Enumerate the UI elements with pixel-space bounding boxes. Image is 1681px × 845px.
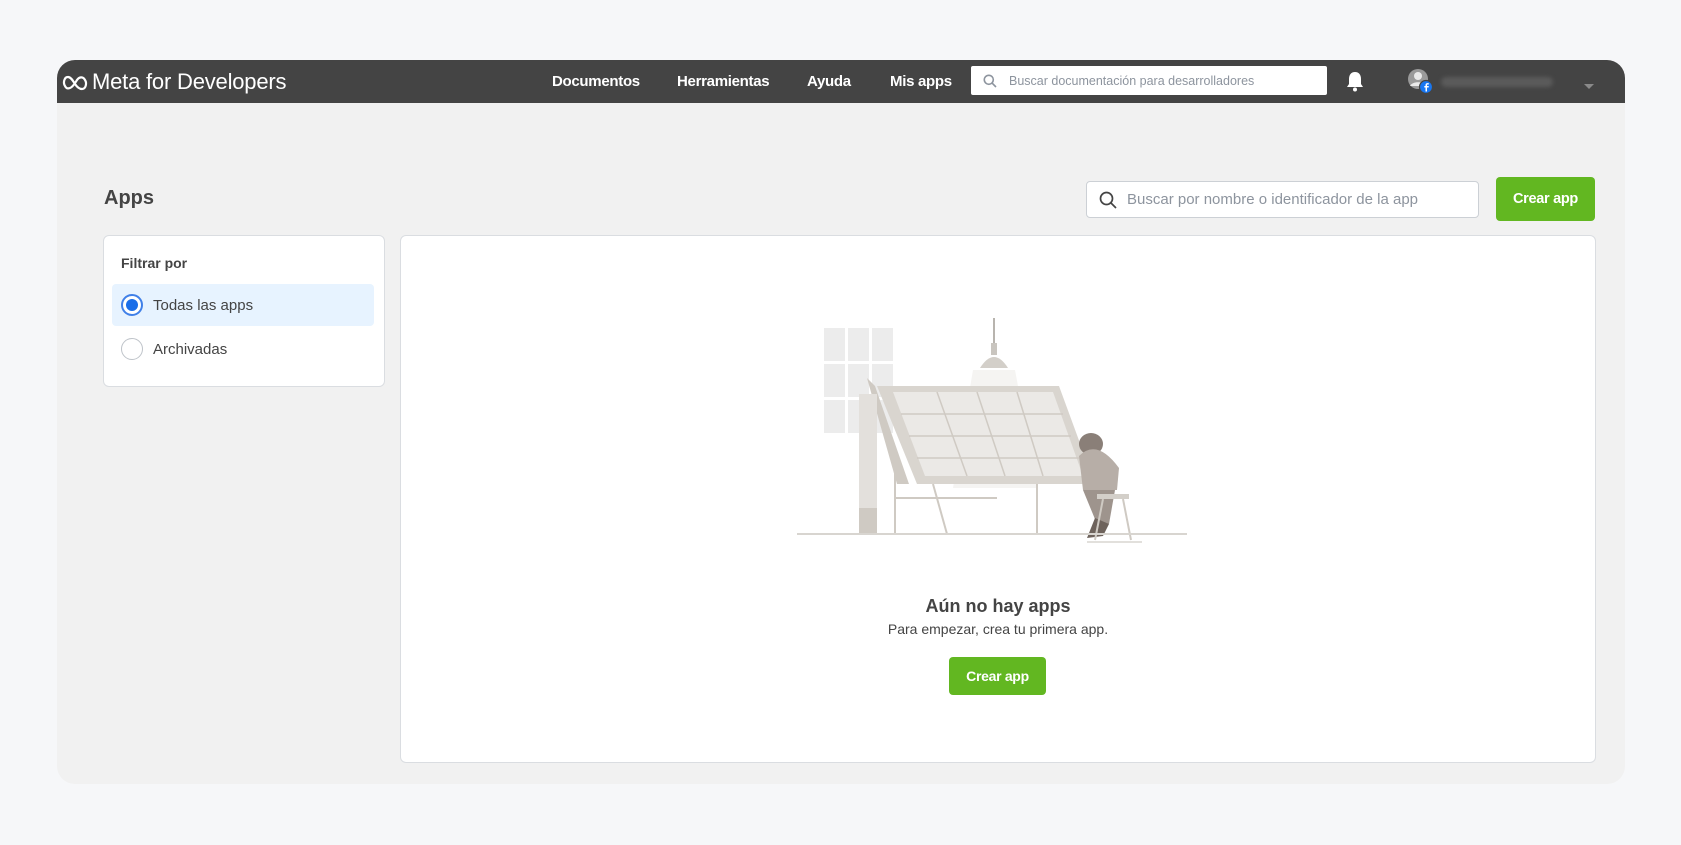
filter-option-label: Todas las apps xyxy=(153,296,254,314)
nav-item-label: Herramientas xyxy=(677,73,770,90)
create-app-button[interactable]: Crear app xyxy=(1496,177,1595,221)
nav-item-label: Mis apps xyxy=(890,73,952,90)
docs-search-box[interactable] xyxy=(971,66,1327,95)
app-window: Meta for Developers Documentos Herramien… xyxy=(57,60,1625,784)
nav-item-mis-apps[interactable]: Mis apps xyxy=(890,60,952,103)
search-icon xyxy=(1099,191,1117,209)
app-search-box[interactable] xyxy=(1086,181,1479,218)
meta-logo-icon xyxy=(62,73,88,91)
nav-item-label: Documentos xyxy=(552,73,640,90)
top-navigation-bar: Meta for Developers Documentos Herramien… xyxy=(57,60,1625,103)
chevron-down-icon[interactable] xyxy=(1583,78,1595,96)
username-redacted xyxy=(1441,77,1553,87)
radio-button-selected[interactable] xyxy=(121,294,143,316)
filter-option-all-apps[interactable]: Todas las apps xyxy=(112,284,374,326)
search-icon xyxy=(983,74,997,88)
docs-search-input[interactable] xyxy=(1007,72,1311,89)
empty-state-subtitle: Para empezar, crea tu primera app. xyxy=(887,621,1109,637)
filter-title: Filtrar por xyxy=(121,255,188,271)
filter-option-label: Archivadas xyxy=(153,340,228,358)
apps-list-panel: Aún no hay apps Para empezar, crea tu pr… xyxy=(400,235,1596,763)
nav-item-documentos[interactable]: Documentos xyxy=(552,60,640,103)
empty-state-illustration xyxy=(797,318,1187,543)
nav-item-ayuda[interactable]: Ayuda xyxy=(807,60,851,103)
radio-button[interactable] xyxy=(121,338,143,360)
avatar[interactable] xyxy=(1407,68,1434,95)
page-title: Apps xyxy=(104,187,154,209)
filter-option-archived[interactable]: Archivadas xyxy=(112,328,374,370)
app-search-input[interactable] xyxy=(1125,190,1459,209)
brand-logo[interactable]: Meta for Developers xyxy=(62,69,286,95)
nav-item-label: Ayuda xyxy=(807,73,851,90)
nav-item-herramientas[interactable]: Herramientas xyxy=(677,60,770,103)
filter-panel: Filtrar por Todas las apps Archivadas xyxy=(103,235,385,387)
empty-state-title: Aún no hay apps xyxy=(925,596,1071,616)
bell-icon[interactable] xyxy=(1345,70,1365,97)
create-app-button-empty-state[interactable]: Crear app xyxy=(949,657,1046,695)
brand-name: Meta for Developers xyxy=(92,69,287,94)
